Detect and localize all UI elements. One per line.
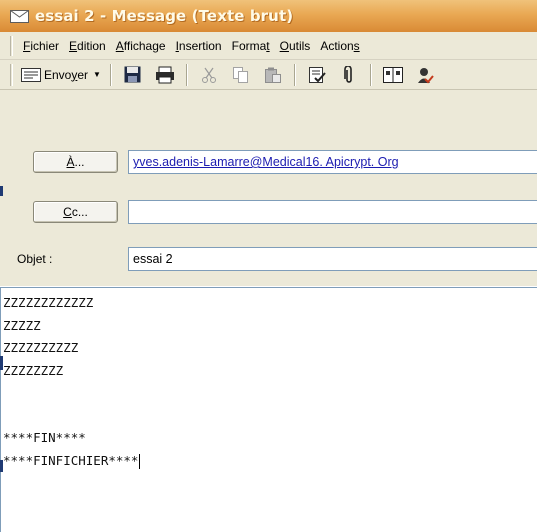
to-button[interactable]: À... bbox=[33, 151, 118, 173]
subject-label: Objet : bbox=[17, 252, 53, 266]
check-names-button[interactable] bbox=[305, 63, 329, 87]
menu-bar: Fichier Edition Affichage Insertion Form… bbox=[0, 32, 537, 60]
chevron-down-icon: ▼ bbox=[93, 70, 101, 79]
toolbar-separator bbox=[185, 63, 188, 86]
left-edge-mark bbox=[0, 356, 3, 370]
body-line: ZZZZZZZZZZ bbox=[3, 340, 79, 355]
to-field[interactable]: yves.adenis-Lamarre@Medical16. Apicrypt.… bbox=[128, 150, 537, 174]
envelope-icon bbox=[10, 9, 29, 23]
toolbar-separator bbox=[109, 63, 112, 86]
cc-field[interactable] bbox=[128, 200, 537, 224]
window-title: essai 2 - Message (Texte brut) bbox=[35, 7, 294, 25]
address-book-button[interactable] bbox=[381, 63, 405, 87]
title-bar[interactable]: essai 2 - Message (Texte brut) bbox=[0, 0, 537, 32]
menu-outils[interactable]: Outils bbox=[275, 39, 316, 53]
subject-row: Objet : essai 2 bbox=[0, 245, 537, 273]
cc-row: Cc... bbox=[0, 198, 537, 226]
body-line: ****FIN**** bbox=[3, 430, 86, 445]
menu-fichier[interactable]: Fichier bbox=[18, 39, 64, 53]
paste-button[interactable] bbox=[261, 63, 285, 87]
paste-icon bbox=[264, 67, 281, 83]
toolbar-grip[interactable] bbox=[10, 63, 13, 86]
to-recipient[interactable]: yves.adenis-Lamarre@Medical16. Apicrypt.… bbox=[133, 155, 399, 169]
menubar-grip[interactable] bbox=[10, 35, 13, 56]
check-names-icon bbox=[308, 66, 326, 83]
send-button[interactable]: Envo y er ▼ bbox=[17, 63, 105, 87]
body-line bbox=[3, 405, 537, 428]
toolbar-separator bbox=[293, 63, 296, 86]
menu-insertion[interactable]: Insertion bbox=[171, 39, 227, 53]
left-edge-mark bbox=[0, 460, 3, 472]
save-icon bbox=[124, 66, 141, 83]
attach-button[interactable] bbox=[337, 63, 361, 87]
cut-icon bbox=[201, 67, 216, 83]
text-caret bbox=[139, 453, 141, 469]
copy-icon bbox=[232, 66, 248, 83]
to-row: À... yves.adenis-Lamarre@Medical16. Apic… bbox=[0, 148, 537, 176]
body-line bbox=[3, 382, 537, 405]
standard-toolbar: Envo y er ▼ bbox=[0, 60, 537, 90]
options-icon bbox=[417, 67, 434, 83]
attach-icon bbox=[344, 65, 352, 83]
menu-format[interactable]: Format bbox=[227, 39, 275, 53]
copy-button[interactable] bbox=[229, 63, 253, 87]
print-icon bbox=[155, 66, 174, 83]
print-button[interactable] bbox=[153, 63, 177, 87]
address-book-icon bbox=[382, 66, 403, 83]
body-line: ZZZZZZZZZZZZ bbox=[3, 295, 94, 310]
cut-button[interactable] bbox=[197, 63, 221, 87]
toolbar-separator bbox=[369, 63, 372, 86]
left-edge-mark bbox=[0, 186, 3, 196]
subject-field[interactable]: essai 2 bbox=[128, 247, 537, 271]
cc-button[interactable]: Cc... bbox=[33, 201, 118, 223]
send-icon bbox=[21, 67, 41, 82]
menu-edition[interactable]: Edition bbox=[64, 39, 111, 53]
save-button[interactable] bbox=[121, 63, 145, 87]
body-line: ZZZZZ bbox=[3, 317, 41, 333]
body-line-last: ****FINFICHIER**** bbox=[3, 452, 141, 469]
menu-affichage[interactable]: Affichage bbox=[111, 39, 171, 53]
options-button[interactable] bbox=[413, 63, 437, 87]
body-line: ZZZZZZZZ bbox=[3, 362, 64, 378]
message-body[interactable]: ZZZZZZZZZZZZ ZZZZZ ZZZZZZZZZZ ZZZZZZZZ *… bbox=[0, 287, 537, 532]
menu-actions[interactable]: Actions bbox=[315, 39, 364, 53]
